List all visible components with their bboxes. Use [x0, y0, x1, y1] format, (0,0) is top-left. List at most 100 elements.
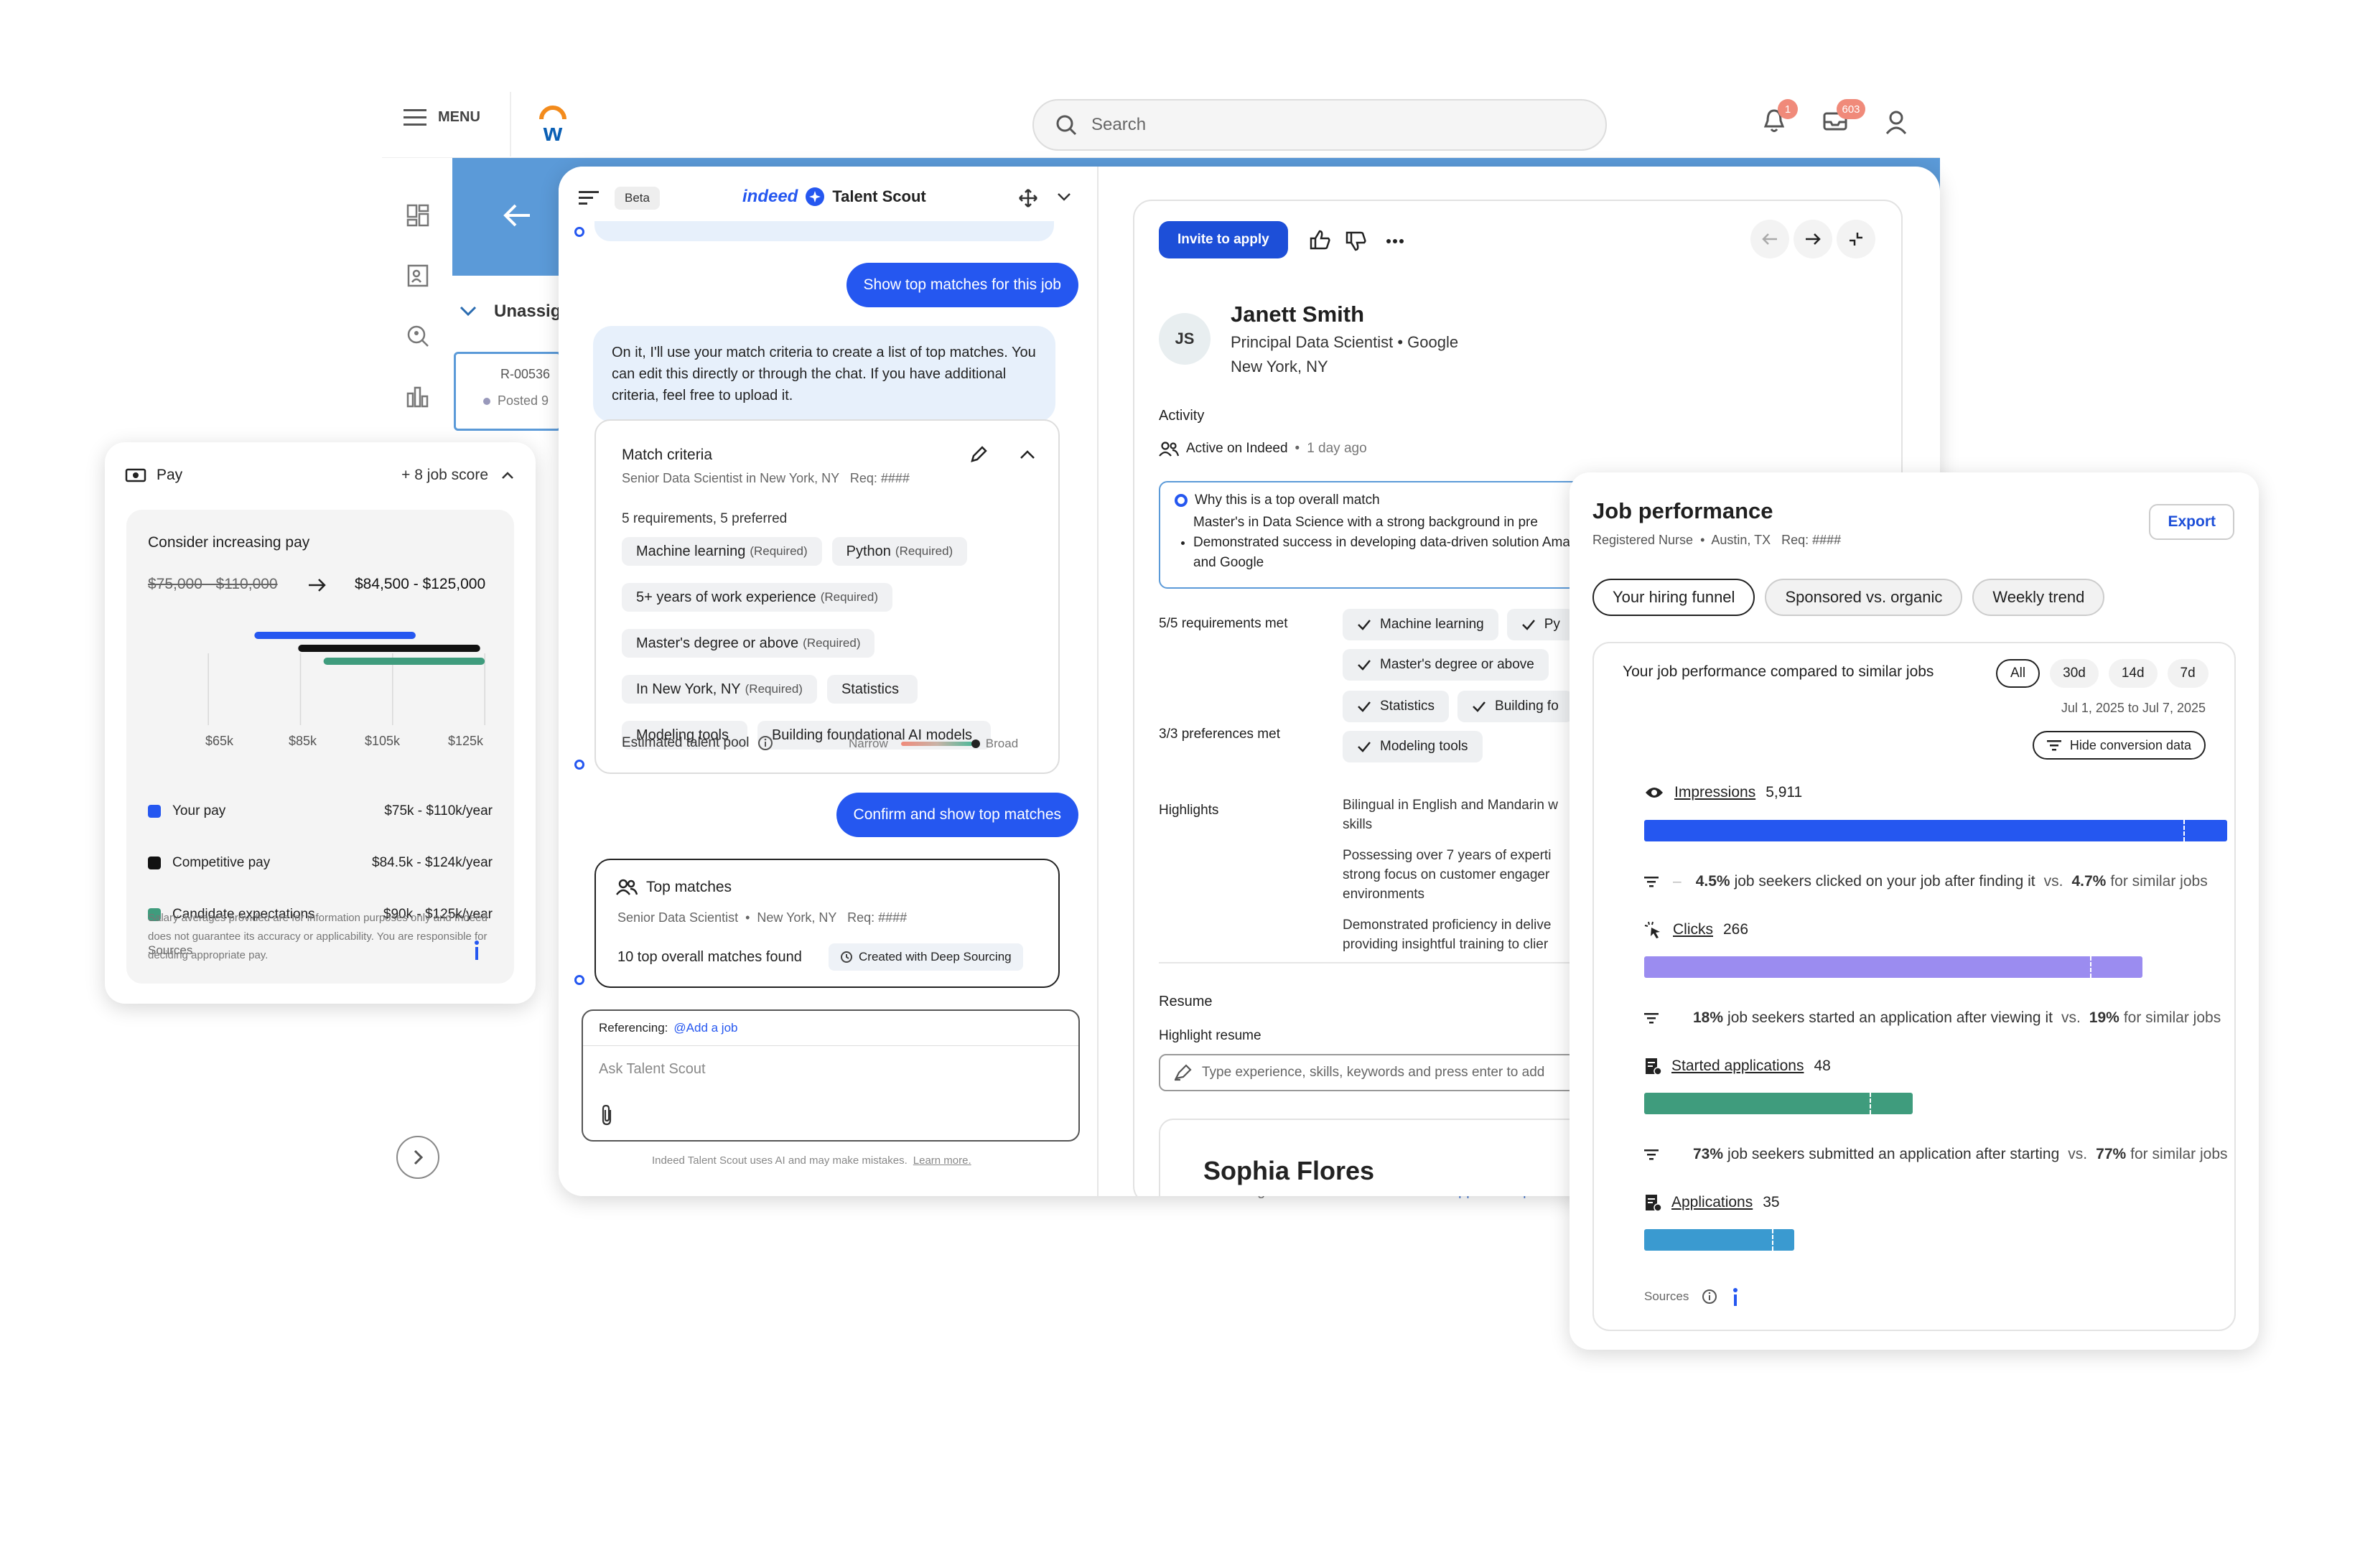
preference-chip: Modeling tools [1343, 731, 1483, 762]
scout-title: Talent Scout [832, 187, 926, 205]
collapse-icon [1850, 233, 1862, 246]
range-30d[interactable]: 30d [2050, 659, 2099, 688]
learn-more-link[interactable]: Learn more. [913, 1154, 971, 1167]
profile-icon[interactable] [1885, 111, 1907, 135]
requirement-chip: Py [1506, 609, 1575, 640]
metric-bar [1644, 1093, 1913, 1114]
export-button[interactable]: Export [2149, 504, 2234, 540]
arrow-right-icon [309, 579, 326, 592]
people-icon [1159, 442, 1179, 457]
matches-found: 10 top overall matches found [617, 949, 802, 965]
metric-label[interactable]: Clicks [1673, 921, 1713, 938]
document-check-icon [1646, 1195, 1661, 1212]
check-icon [1358, 742, 1371, 752]
info-icon[interactable] [757, 735, 773, 751]
info-icon[interactable] [1702, 1289, 1717, 1305]
people-icon [616, 879, 638, 895]
requirement-chip: Master's degree or above [1343, 649, 1549, 681]
invite-button[interactable]: Invite to apply [1159, 221, 1288, 258]
range-14d[interactable]: 14d [2108, 659, 2158, 688]
user-message: Show top matches for this job [846, 263, 1078, 307]
assistant-message: On it, I'll use your match criteria to c… [593, 326, 1055, 422]
chevron-down-icon[interactable] [1057, 192, 1071, 202]
ratio-text: job seekers submitted an application aft… [1727, 1146, 2060, 1162]
range-7d[interactable]: 7d [2167, 659, 2209, 688]
preference-chips: Statistics Building fo Modeling tools [1343, 691, 1601, 771]
candidate-name: Janett Smith [1231, 302, 1365, 327]
benchmark-marker [1771, 1229, 1773, 1251]
criteria-chip[interactable]: 5+ years of work experience (Required) [622, 583, 892, 612]
search-bar[interactable]: Search [1032, 99, 1607, 151]
criteria-chip[interactable]: Machine learning (Required) [622, 537, 822, 566]
conversion-ratio: 18% job seekers started an application af… [1644, 1009, 2221, 1027]
tab-hiring-funnel[interactable]: Your hiring funnel [1592, 579, 1755, 616]
range-all[interactable]: All [1996, 659, 2040, 688]
move-icon[interactable] [1018, 188, 1038, 208]
talent-pool-meter[interactable] [900, 739, 980, 748]
referencing-label: Referencing: [599, 1021, 668, 1035]
req-card[interactable]: R-00536 Posted 9 [454, 352, 561, 431]
active-status: Active on Indeed [1186, 441, 1288, 456]
add-job-link[interactable]: @Add a job [673, 1021, 737, 1035]
deep-sourcing-badge: Created with Deep Sourcing [829, 943, 1023, 971]
edit-icon[interactable] [969, 445, 988, 464]
highlight-item: Possessing over 7 years of experti stron… [1343, 848, 1552, 902]
menu-button[interactable]: MENU [404, 108, 480, 126]
metric-bar [1644, 1229, 1794, 1251]
click-icon [1644, 921, 1660, 938]
indeed-logo-icon[interactable] [1730, 1287, 1740, 1307]
chevron-up-icon[interactable] [1020, 449, 1035, 459]
chevron-up-icon[interactable] [501, 471, 514, 480]
tab-weekly-trend[interactable]: Weekly trend [1972, 579, 2105, 616]
ask-input[interactable]: Ask Talent Scout [599, 1061, 1058, 1078]
criteria-chip[interactable]: Python (Required) [831, 537, 968, 566]
analytics-icon[interactable] [406, 385, 429, 408]
hide-conversion-button[interactable]: Hide conversion data [2032, 731, 2206, 760]
back-arrow-icon[interactable] [503, 202, 531, 228]
unassigned-row[interactable]: Unassig [460, 302, 561, 322]
criteria-chip[interactable]: In New York, NY (Required) [622, 675, 817, 704]
inbox-button[interactable]: 603 [1822, 99, 1865, 136]
criteria-chip[interactable]: Master's degree or above (Required) [622, 629, 875, 658]
conversion-ratio: – 4.5% job seekers clicked on your job af… [1644, 873, 2208, 890]
expand-rail-button[interactable] [396, 1136, 439, 1179]
next-candidate-button[interactable] [1794, 220, 1832, 258]
notifications-button[interactable]: 1 [1762, 99, 1798, 136]
range-selector: All 30d 14d 7d [1996, 659, 2209, 688]
more-icon[interactable] [1386, 238, 1404, 244]
performance-tabs: Your hiring funnel Sponsored vs. organic… [1592, 579, 2114, 616]
thumbs-up-icon[interactable] [1310, 230, 1331, 250]
filter-icon [1644, 1149, 1659, 1160]
metric-value: 48 [1814, 1058, 1831, 1074]
indeed-wordmark: indeed [742, 187, 798, 206]
metric-label[interactable]: Impressions [1674, 784, 1755, 801]
timeline-dot [574, 227, 584, 237]
metric-value: 5,911 [1766, 784, 1803, 801]
pay-title: Pay [157, 467, 183, 483]
top-matches-card[interactable]: Top matches Senior Data Scientist • New … [594, 859, 1060, 988]
why-title: Why this is a top overall match [1195, 493, 1380, 508]
pay-range-bar [323, 658, 485, 665]
criteria-chip[interactable]: Statistics [826, 675, 918, 704]
profile-card-icon[interactable] [406, 264, 429, 287]
tab-sponsored-organic[interactable]: Sponsored vs. organic [1765, 579, 1963, 616]
dash-separator: – [1673, 873, 1682, 890]
collapse-button[interactable] [1837, 220, 1875, 258]
ratio-vs: vs. [2068, 1146, 2088, 1162]
metric-label[interactable]: Started applications [1671, 1058, 1804, 1075]
active-when: 1 day ago [1307, 441, 1367, 456]
metric-label[interactable]: Applications [1671, 1194, 1753, 1211]
chat-composer: Referencing: @Add a job Ask Talent Scout [582, 1009, 1080, 1142]
metric-value: 266 [1723, 921, 1749, 938]
thumbs-down-icon[interactable] [1345, 231, 1367, 251]
prev-candidate-button[interactable] [1750, 220, 1789, 258]
find-candidate-icon[interactable] [406, 325, 429, 347]
check-icon [1521, 620, 1535, 630]
timeline-dot [574, 975, 584, 985]
unassigned-label: Unassig [494, 302, 561, 321]
workday-logo: w [539, 106, 566, 144]
new-range: $84,500 - $125,000 [355, 576, 486, 592]
list-sort-icon[interactable] [579, 190, 599, 206]
attachment-icon[interactable] [600, 1104, 615, 1126]
dashboard-icon[interactable] [406, 204, 429, 227]
